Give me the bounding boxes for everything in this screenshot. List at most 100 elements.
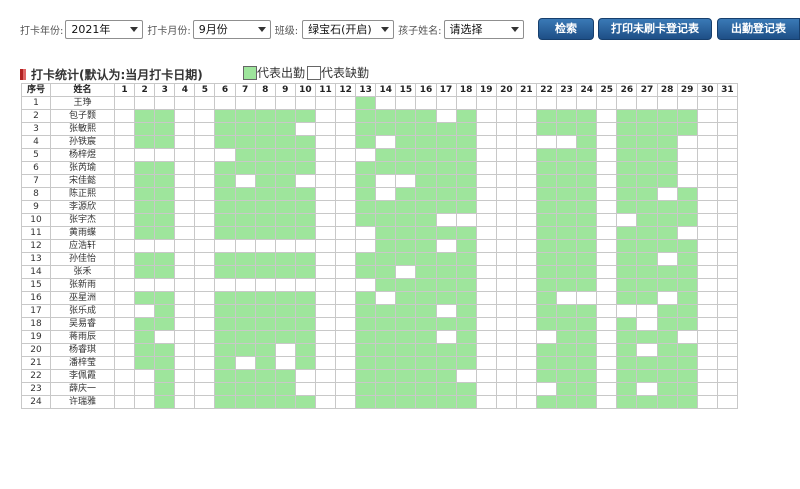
- row-name: 巫星洲: [50, 291, 115, 305]
- attendance-cell-absent: [194, 369, 216, 383]
- row-name: 宋佳懿: [50, 174, 115, 188]
- attendance-cell-absent: [335, 330, 357, 344]
- attendance-cell-absent: [696, 356, 718, 370]
- attendance-register-button[interactable]: 出勤登记表: [717, 18, 800, 40]
- attendance-cell-present: [355, 200, 377, 214]
- attendance-cell-present: [234, 161, 256, 175]
- attendance-cell-present: [415, 252, 437, 266]
- attendance-cell-present: [214, 213, 236, 227]
- attendance-cell-present: [154, 356, 176, 370]
- attendance-cell-absent: [174, 239, 196, 253]
- attendance-cell-present: [656, 369, 678, 383]
- header-day: 21: [515, 83, 537, 97]
- attendance-cell-absent: [515, 304, 537, 318]
- header-index: 序号: [21, 83, 51, 97]
- attendance-cell-present: [395, 343, 417, 357]
- year-select-value: 2021年: [71, 23, 111, 36]
- search-button[interactable]: 检索: [538, 18, 594, 40]
- table-row: 6 张芮瑜: [21, 161, 738, 175]
- attendance-cell-present: [576, 109, 598, 123]
- attendance-cell-present: [375, 382, 397, 396]
- attendance-cell-present: [214, 161, 236, 175]
- attendance-cell-absent: [294, 122, 316, 136]
- month-select-value: 9月份: [198, 23, 228, 36]
- attendance-cell-present: [355, 96, 377, 110]
- attendance-cell-present: [395, 369, 417, 383]
- attendance-cell-absent: [194, 304, 216, 318]
- header-day: 25: [596, 83, 618, 97]
- header-day: 12: [335, 83, 357, 97]
- attendance-cell-present: [395, 291, 417, 305]
- attendance-cell-absent: [535, 330, 558, 344]
- attendance-cell-absent: [194, 382, 216, 396]
- row-index: 12: [21, 239, 51, 253]
- attendance-cell-present: [676, 122, 698, 136]
- attendance-cell-absent: [656, 96, 678, 110]
- attendance-cell-absent: [113, 317, 136, 331]
- attendance-cell-present: [234, 265, 256, 279]
- attendance-cell-absent: [495, 109, 517, 123]
- attendance-cell-present: [556, 239, 578, 253]
- attendance-cell-present: [415, 187, 437, 201]
- attendance-cell-present: [355, 135, 377, 149]
- attendance-cell-present: [375, 239, 397, 253]
- attendance-cell-present: [656, 213, 678, 227]
- row-index: 22: [21, 369, 51, 383]
- attendance-cell-present: [576, 382, 598, 396]
- attendance-cell-present: [455, 200, 477, 214]
- attendance-cell-present: [254, 265, 276, 279]
- year-select[interactable]: 2021年: [65, 20, 144, 39]
- attendance-cell-present: [556, 395, 578, 409]
- header-day: 27: [636, 83, 658, 97]
- row-index: 11: [21, 226, 51, 240]
- attendance-cell-present: [636, 213, 658, 227]
- attendance-cell-absent: [234, 278, 256, 292]
- attendance-cell-absent: [274, 343, 296, 357]
- attendance-cell-absent: [234, 96, 256, 110]
- attendance-cell-absent: [194, 317, 216, 331]
- attendance-cell-present: [375, 278, 397, 292]
- attendance-cell-present: [455, 395, 477, 409]
- attendance-cell-absent: [716, 343, 738, 357]
- attendance-cell-absent: [475, 161, 497, 175]
- attendance-cell-present: [556, 317, 578, 331]
- attendance-cell-absent: [696, 278, 718, 292]
- attendance-cell-absent: [214, 278, 236, 292]
- attendance-cell-present: [355, 213, 377, 227]
- child-select[interactable]: 请选择: [443, 20, 524, 39]
- attendance-cell-absent: [314, 291, 337, 305]
- class-label: 班级:: [274, 26, 299, 37]
- attendance-cell-present: [455, 122, 477, 136]
- attendance-cell-present: [576, 369, 598, 383]
- attendance-cell-present: [656, 317, 678, 331]
- attendance-cell-present: [154, 213, 176, 227]
- month-select[interactable]: 9月份: [192, 20, 271, 39]
- attendance-cell-absent: [556, 96, 578, 110]
- chevron-down-icon: [130, 27, 139, 32]
- attendance-cell-absent: [113, 369, 136, 383]
- attendance-cell-present: [556, 265, 578, 279]
- attendance-cell-present: [616, 187, 638, 201]
- attendance-cell-present: [636, 369, 658, 383]
- attendance-cell-present: [214, 226, 236, 240]
- attendance-cell-absent: [113, 135, 136, 149]
- attendance-cell-absent: [596, 148, 618, 162]
- attendance-cell-present: [274, 187, 296, 201]
- attendance-cell-absent: [134, 148, 156, 162]
- attendance-cell-present: [455, 291, 477, 305]
- attendance-cell-absent: [515, 369, 537, 383]
- header-day: 22: [535, 83, 558, 97]
- attendance-cell-absent: [656, 252, 678, 266]
- attendance-cell-absent: [515, 278, 537, 292]
- attendance-cell-present: [134, 317, 156, 331]
- attendance-cell-present: [375, 265, 397, 279]
- attendance-cell-absent: [314, 382, 337, 396]
- attendance-cell-absent: [335, 356, 357, 370]
- class-select[interactable]: 绿宝石(开启): [302, 20, 395, 39]
- print-unswiped-button[interactable]: 打印未刷卡登记表: [598, 18, 712, 40]
- table-row: 5 杨梓煜: [21, 148, 738, 162]
- attendance-cell-present: [274, 109, 296, 123]
- attendance-cell-present: [576, 265, 598, 279]
- attendance-cell-present: [435, 278, 457, 292]
- attendance-cell-present: [274, 135, 296, 149]
